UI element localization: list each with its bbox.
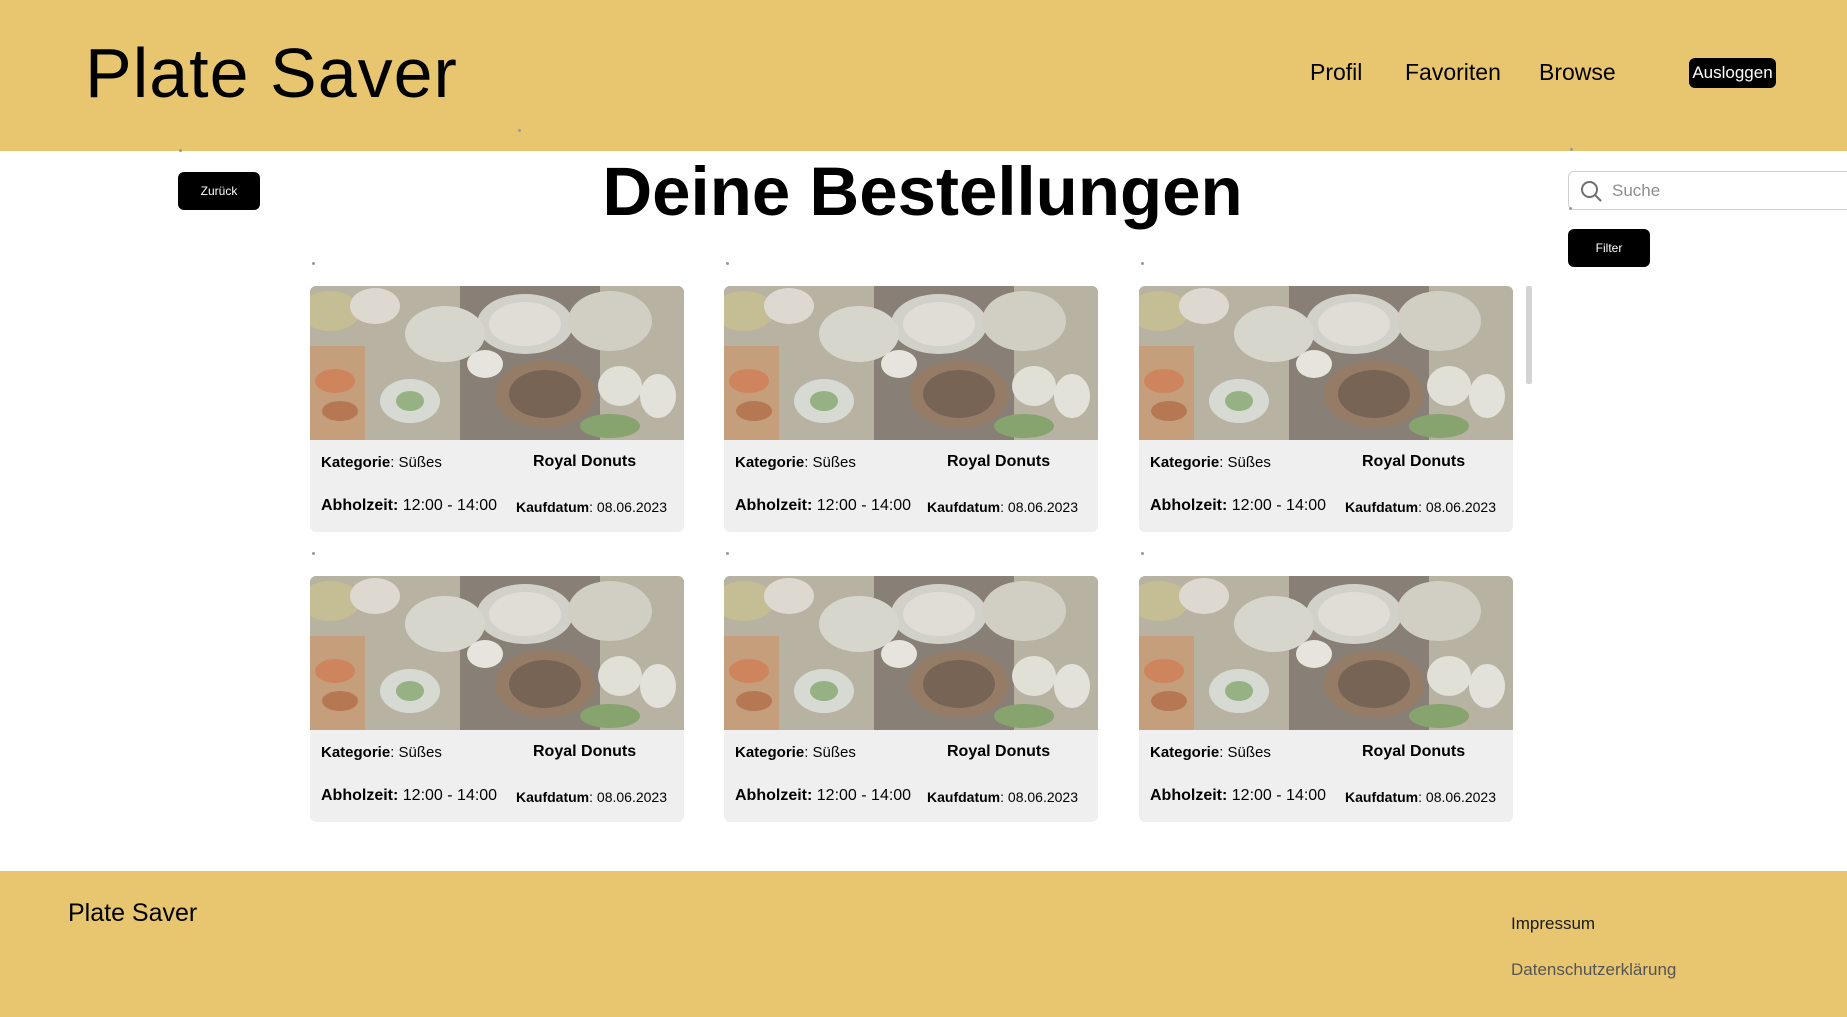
logout-button[interactable]: Ausloggen: [1689, 58, 1776, 88]
category-value: Süßes: [812, 744, 856, 761]
category-label: Kategorie: [321, 454, 391, 471]
category-value: Süßes: [1227, 744, 1271, 761]
order-category: Kategorie: Süßes: [1150, 744, 1271, 761]
order-date: Kaufdatum: 08.06.2023: [927, 499, 1078, 515]
date-label: Kaufdatum: [516, 499, 590, 515]
pickup-value: 12:00 - 14:00: [816, 787, 912, 804]
order-pickup: Abholzeit: 12:00 - 14:00: [735, 787, 911, 805]
category-label: Kategorie: [321, 744, 391, 761]
date-value: 08.06.2023: [1007, 789, 1078, 805]
order-date: Kaufdatum: 08.06.2023: [516, 499, 667, 515]
order-category: Kategorie: Süßes: [735, 454, 856, 471]
placeholder-dot: [1141, 552, 1144, 555]
order-image: [1139, 286, 1513, 440]
order-category: Kategorie: Süßes: [1150, 454, 1271, 471]
date-value: 08.06.2023: [1425, 499, 1496, 515]
order-card[interactable]: Kategorie: Süßes Royal Donuts Abholzeit: 1…: [1139, 576, 1513, 822]
placeholder-dot: [312, 262, 315, 265]
date-value: 08.06.2023: [1007, 499, 1078, 515]
order-image: [724, 576, 1098, 730]
search-box[interactable]: [1568, 171, 1847, 210]
date-label: Kaufdatum: [927, 789, 1001, 805]
category-label: Kategorie: [735, 744, 805, 761]
filter-button[interactable]: Filter: [1568, 229, 1650, 267]
order-date: Kaufdatum: 08.06.2023: [516, 789, 667, 805]
search-icon: [1580, 180, 1602, 202]
orders-grid: Kategorie: Süßes Royal Donuts Abholzeit: 1…: [310, 262, 1513, 822]
pickup-value: 12:00 - 14:00: [1231, 497, 1327, 514]
date-label: Kaufdatum: [927, 499, 1001, 515]
order-pickup: Abholzeit: 12:00 - 14:00: [321, 497, 497, 515]
pickup-value: 12:00 - 14:00: [816, 497, 912, 514]
footer-link-datenschutz[interactable]: Datenschutzerklärung: [1511, 960, 1676, 980]
placeholder-dot: [518, 129, 521, 132]
grid-scrollbar[interactable]: [1526, 286, 1532, 384]
category-label: Kategorie: [735, 454, 805, 471]
pickup-value: 12:00 - 14:00: [402, 497, 498, 514]
order-shop-name: Royal Donuts: [947, 453, 1051, 470]
order-card[interactable]: Kategorie: Süßes Royal Donuts Abholzeit: 1…: [724, 576, 1098, 822]
date-label: Kaufdatum: [516, 789, 590, 805]
order-image: [724, 286, 1098, 440]
order-shop-name: Royal Donuts: [1362, 453, 1466, 470]
footer-link-impressum[interactable]: Impressum: [1511, 914, 1595, 934]
order-card[interactable]: Kategorie: Süßes Royal Donuts Abholzeit: 1…: [724, 286, 1098, 532]
order-shop-name: Royal Donuts: [1362, 743, 1466, 760]
order-card[interactable]: Kategorie: Süßes Royal Donuts Abholzeit: 1…: [1139, 286, 1513, 532]
order-pickup: Abholzeit: 12:00 - 14:00: [1150, 787, 1326, 805]
pickup-label: Abholzeit:: [321, 497, 399, 514]
date-value: 08.06.2023: [1425, 789, 1496, 805]
pickup-label: Abholzeit:: [735, 787, 813, 804]
back-button[interactable]: Zurück: [178, 172, 260, 210]
placeholder-dot: [312, 552, 315, 555]
order-shop-name: Royal Donuts: [533, 453, 637, 470]
brand-logo[interactable]: Plate Saver: [85, 34, 458, 112]
pickup-label: Abholzeit:: [321, 787, 399, 804]
pickup-value: 12:00 - 14:00: [1231, 787, 1327, 804]
order-image: [310, 576, 684, 730]
pickup-value: 12:00 - 14:00: [402, 787, 498, 804]
site-header: Plate Saver Profil Favoriten Browse Ausl…: [0, 0, 1847, 151]
placeholder-dot: [726, 552, 729, 555]
order-date: Kaufdatum: 08.06.2023: [1345, 499, 1496, 515]
date-label: Kaufdatum: [1345, 789, 1419, 805]
order-card[interactable]: Kategorie: Süßes Royal Donuts Abholzeit: 1…: [310, 286, 684, 532]
category-value: Süßes: [398, 454, 442, 471]
nav-favoriten[interactable]: Favoriten: [1405, 58, 1501, 86]
category-label: Kategorie: [1150, 454, 1220, 471]
order-pickup: Abholzeit: 12:00 - 14:00: [1150, 497, 1326, 515]
nav-browse[interactable]: Browse: [1539, 58, 1616, 86]
order-pickup: Abholzeit: 12:00 - 14:00: [321, 787, 497, 805]
nav-profil[interactable]: Profil: [1310, 58, 1362, 86]
order-category: Kategorie: Süßes: [735, 744, 856, 761]
date-value: 08.06.2023: [596, 499, 667, 515]
site-footer: Plate Saver Impressum Datenschutzerkläru…: [0, 871, 1847, 1017]
order-category: Kategorie: Süßes: [321, 744, 442, 761]
category-label: Kategorie: [1150, 744, 1220, 761]
date-label: Kaufdatum: [1345, 499, 1419, 515]
search-input[interactable]: [1612, 180, 1832, 201]
order-shop-name: Royal Donuts: [533, 743, 637, 760]
order-category: Kategorie: Süßes: [321, 454, 442, 471]
category-value: Süßes: [1227, 454, 1271, 471]
category-value: Süßes: [812, 454, 856, 471]
order-image: [310, 286, 684, 440]
order-pickup: Abholzeit: 12:00 - 14:00: [735, 497, 911, 515]
placeholder-dot: [1569, 207, 1572, 210]
pickup-label: Abholzeit:: [735, 497, 813, 514]
page-title-text: Deine Bestellungen: [602, 153, 1243, 230]
placeholder-dot: [1570, 148, 1573, 151]
placeholder-dot: [726, 262, 729, 265]
date-value: 08.06.2023: [596, 789, 667, 805]
order-card[interactable]: Kategorie: Süßes Royal Donuts Abholzeit: 1…: [310, 576, 684, 822]
order-image: [1139, 576, 1513, 730]
order-shop-name: Royal Donuts: [947, 743, 1051, 760]
order-date: Kaufdatum: 08.06.2023: [927, 789, 1078, 805]
footer-brand: Plate Saver: [68, 899, 198, 927]
order-date: Kaufdatum: 08.06.2023: [1345, 789, 1496, 805]
placeholder-dot: [1141, 262, 1144, 265]
category-value: Süßes: [398, 744, 442, 761]
pickup-label: Abholzeit:: [1150, 497, 1228, 514]
pickup-label: Abholzeit:: [1150, 787, 1228, 804]
